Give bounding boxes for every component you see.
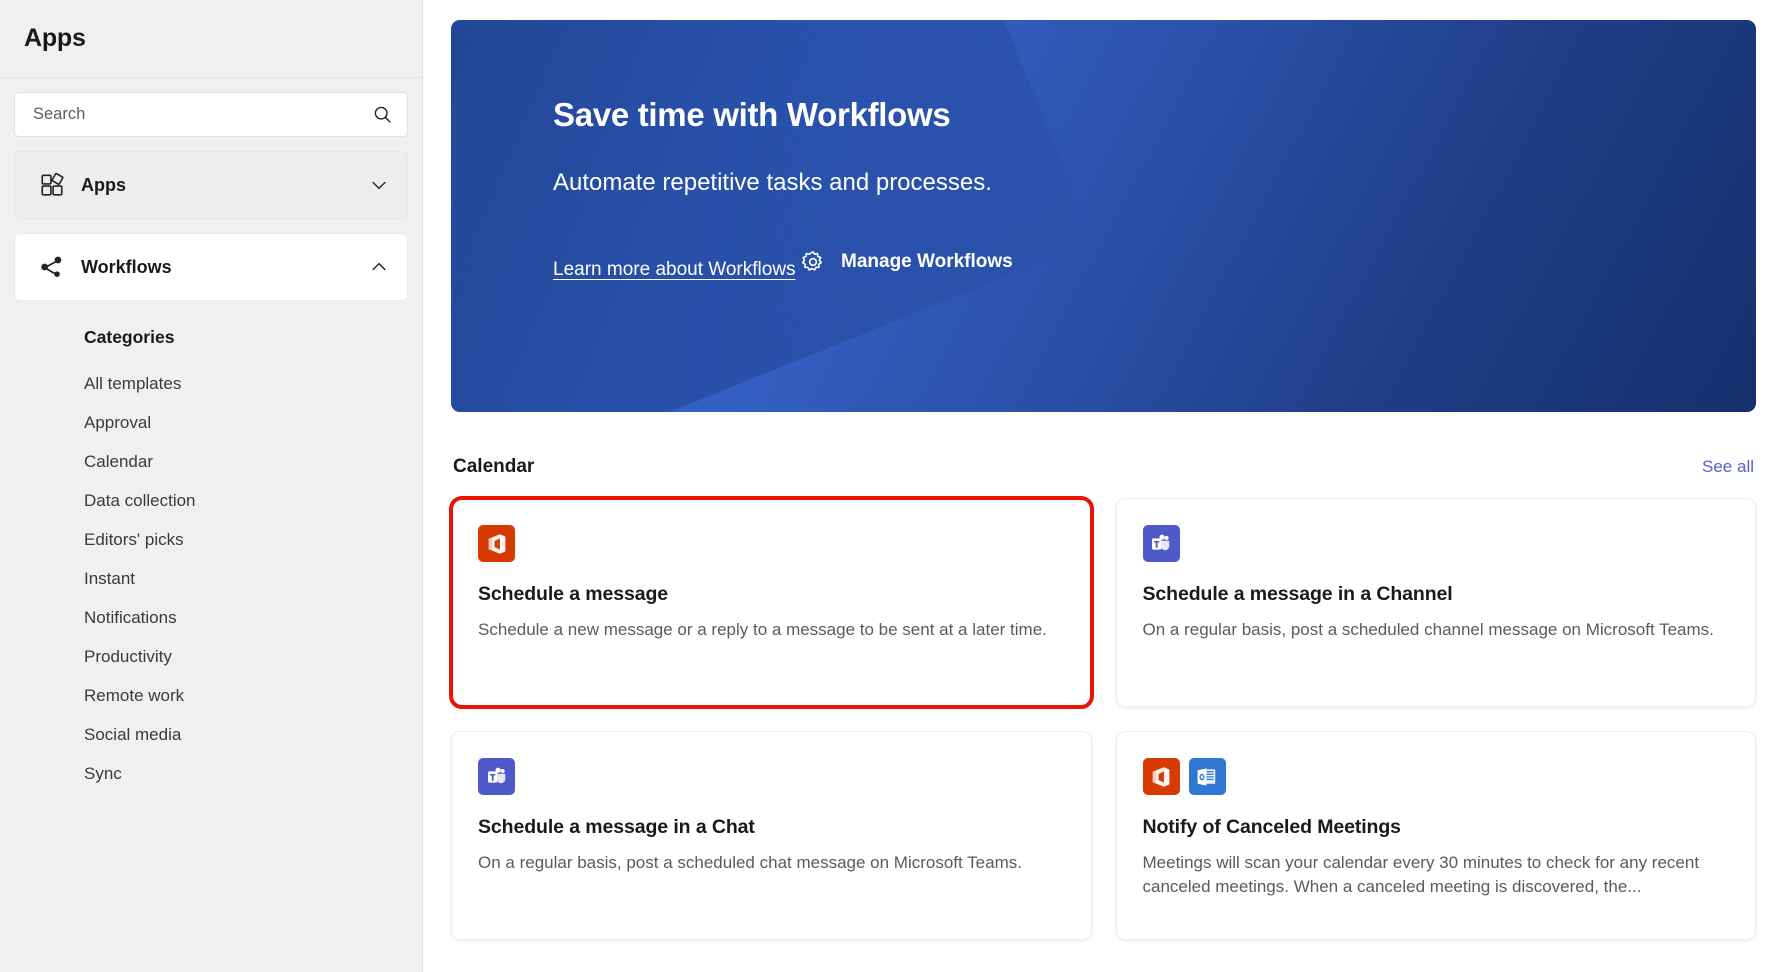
gear-icon bbox=[800, 249, 826, 275]
sidebar-item-notifications[interactable]: Notifications bbox=[84, 598, 408, 637]
workflows-nodes-icon bbox=[39, 254, 65, 280]
card-icons bbox=[1143, 525, 1730, 562]
card-description: Schedule a new message or a reply to a m… bbox=[478, 618, 1065, 642]
office-icon bbox=[478, 525, 515, 562]
chevron-down-icon[interactable] bbox=[369, 175, 389, 195]
hero-title: Save time with Workflows bbox=[553, 96, 1756, 134]
office-icon bbox=[1143, 758, 1180, 795]
sidebar-item-all-templates[interactable]: All templates bbox=[84, 364, 408, 403]
card-title: Schedule a message bbox=[478, 583, 1065, 606]
search-box[interactable] bbox=[14, 92, 408, 137]
manage-workflows-label: Manage Workflows bbox=[841, 251, 1013, 273]
app-root: Apps bbox=[0, 0, 1784, 972]
card-description: On a regular basis, post a scheduled cha… bbox=[478, 851, 1065, 875]
sidebar-item-productivity[interactable]: Productivity bbox=[84, 637, 408, 676]
outlook-icon bbox=[1189, 758, 1226, 795]
sidebar-group-apps[interactable]: Apps bbox=[14, 151, 408, 219]
search-icon bbox=[372, 104, 393, 125]
sidebar-group-apps-label: Apps bbox=[81, 175, 369, 196]
sidebar-body: Apps Workflo bbox=[0, 78, 422, 793]
card-icons bbox=[1143, 758, 1730, 795]
sidebar-item-instant[interactable]: Instant bbox=[84, 559, 408, 598]
template-card-schedule-a-message-in-a-chat[interactable]: Schedule a message in a Chat On a regula… bbox=[451, 731, 1092, 940]
hero-subtitle: Automate repetitive tasks and processes. bbox=[553, 169, 1756, 197]
workflows-hero-banner: Save time with Workflows Automate repeti… bbox=[451, 20, 1756, 412]
categories-list: Categories All templates Approval Calend… bbox=[14, 327, 408, 793]
card-icons bbox=[478, 525, 1065, 562]
template-card-schedule-a-message[interactable]: Schedule a message Schedule a new messag… bbox=[451, 498, 1092, 707]
card-icons bbox=[478, 758, 1065, 795]
sidebar-item-data-collection[interactable]: Data collection bbox=[84, 481, 408, 520]
see-all-link[interactable]: See all bbox=[1702, 457, 1754, 477]
sidebar-group-workflows[interactable]: Workflows bbox=[14, 233, 408, 301]
sidebar-item-remote-work[interactable]: Remote work bbox=[84, 676, 408, 715]
card-description: Meetings will scan your calendar every 3… bbox=[1143, 851, 1730, 899]
sidebar-item-calendar[interactable]: Calendar bbox=[84, 442, 408, 481]
card-title: Schedule a message in a Channel bbox=[1143, 583, 1730, 606]
section-title: Calendar bbox=[453, 456, 534, 478]
sidebar-item-editors-picks[interactable]: Editors' picks bbox=[84, 520, 408, 559]
templates-grid: Schedule a message Schedule a new messag… bbox=[451, 498, 1756, 940]
card-description: On a regular basis, post a scheduled cha… bbox=[1143, 618, 1730, 642]
apps-grid-icon bbox=[39, 172, 65, 198]
chevron-up-icon[interactable] bbox=[369, 257, 389, 277]
page-title: Apps bbox=[24, 24, 86, 53]
hero-content: Save time with Workflows Automate repeti… bbox=[451, 20, 1756, 281]
card-title: Schedule a message in a Chat bbox=[478, 816, 1065, 839]
sidebar-scrollbar[interactable] bbox=[415, 0, 422, 972]
categories-heading: Categories bbox=[84, 327, 408, 348]
learn-more-link[interactable]: Learn more about Workflows bbox=[553, 259, 796, 281]
sidebar-item-approval[interactable]: Approval bbox=[84, 403, 408, 442]
search-input[interactable] bbox=[33, 105, 372, 124]
sidebar-group-workflows-label: Workflows bbox=[81, 257, 369, 278]
template-card-schedule-a-message-in-a-channel[interactable]: Schedule a message in a Channel On a reg… bbox=[1116, 498, 1757, 707]
manage-workflows-button[interactable]: Manage Workflows bbox=[800, 249, 1013, 275]
sidebar-header: Apps bbox=[0, 0, 422, 78]
sidebar-item-sync[interactable]: Sync bbox=[84, 754, 408, 793]
sidebar: Apps bbox=[0, 0, 423, 972]
teams-icon bbox=[478, 758, 515, 795]
template-card-notify-of-canceled-meetings[interactable]: Notify of Canceled Meetings Meetings wil… bbox=[1116, 731, 1757, 940]
calendar-section-header: Calendar See all bbox=[451, 456, 1756, 478]
main-content: Save time with Workflows Automate repeti… bbox=[423, 0, 1784, 972]
sidebar-item-social-media[interactable]: Social media bbox=[84, 715, 408, 754]
card-title: Notify of Canceled Meetings bbox=[1143, 816, 1730, 839]
teams-icon bbox=[1143, 525, 1180, 562]
